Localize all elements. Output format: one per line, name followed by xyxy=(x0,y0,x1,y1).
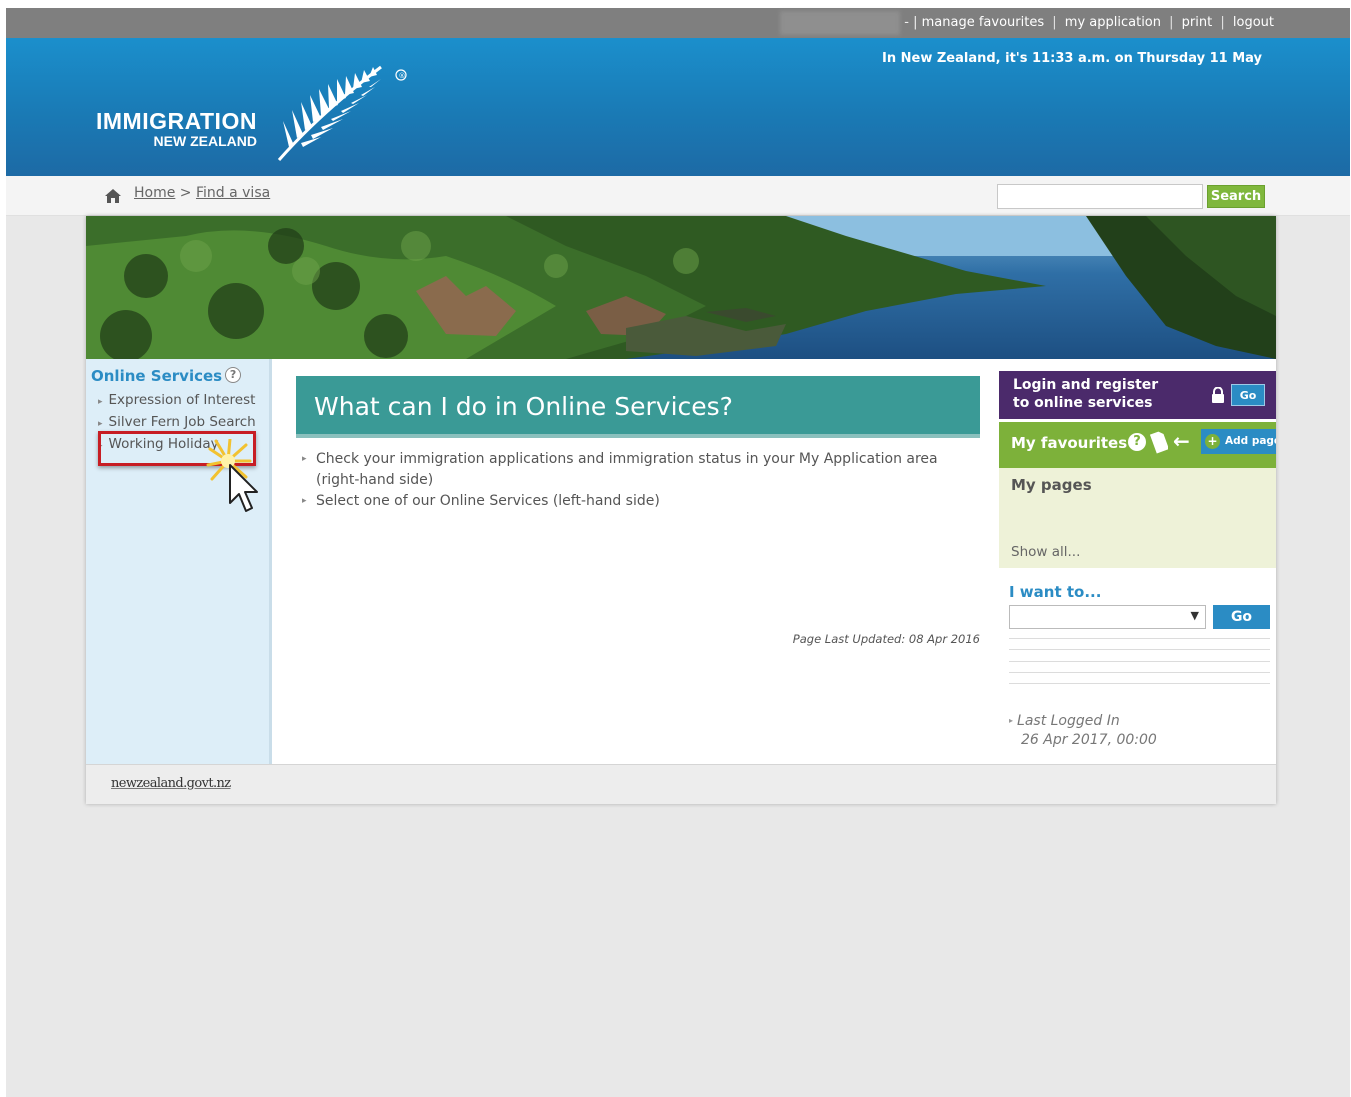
page-title: What can I do in Online Services? xyxy=(314,392,733,421)
silver-fern-icon: ® xyxy=(277,65,407,161)
nav-item-label: Silver Fern Job Search xyxy=(108,414,256,430)
bullet-arrow-icon: ▸ xyxy=(302,454,307,464)
login-register-box[interactable]: Login and register to online services Go xyxy=(999,371,1276,419)
divider xyxy=(1009,672,1270,673)
last-logged-in-label-row: ▸ Last Logged In xyxy=(1009,711,1157,731)
nav-item-expression-of-interest[interactable]: ▸ Expression of Interest xyxy=(98,391,256,413)
breadcrumb-separator: > xyxy=(179,185,192,201)
info-list: ▸ Check your immigration applications and… xyxy=(302,449,962,512)
my-pages-title: My pages xyxy=(1011,476,1092,494)
divider xyxy=(1009,683,1270,684)
cursor-click-icon xyxy=(206,439,258,512)
page-last-updated: Page Last Updated: 08 Apr 2016 xyxy=(792,632,980,646)
breadcrumb-home-link[interactable]: Home xyxy=(134,185,175,201)
lock-icon xyxy=(1212,387,1224,403)
main-content: What can I do in Online Services? ▸ Check… xyxy=(276,359,996,764)
add-page-label: Add page xyxy=(1225,435,1276,447)
add-page-button[interactable]: + Add page xyxy=(1201,429,1276,454)
login-line1: Login and register xyxy=(1013,377,1159,393)
bullet-arrow-icon: ▸ xyxy=(1009,716,1014,725)
info-item: ▸ Select one of our Online Services (left… xyxy=(302,491,962,512)
login-go-button[interactable]: Go xyxy=(1231,384,1265,406)
redacted-username xyxy=(780,11,900,35)
last-logged-in-value: 26 Apr 2017, 00:00 xyxy=(1021,732,1157,748)
separator: | xyxy=(1220,15,1225,30)
nz-govt-link[interactable]: newzealand.govt.nz xyxy=(111,776,231,791)
utility-bar: - | manage favourites | my application |… xyxy=(6,8,1350,38)
online-services-title: Online Services? xyxy=(91,367,242,385)
help-icon[interactable]: ? xyxy=(225,367,242,383)
divider xyxy=(1009,638,1270,639)
nav-item-label: Expression of Interest xyxy=(108,392,256,408)
login-register-text: Login and register to online services xyxy=(1013,376,1158,412)
home-icon[interactable] xyxy=(104,188,122,204)
divider xyxy=(1009,649,1270,650)
my-application-link[interactable]: my application xyxy=(1065,15,1161,30)
logout-link[interactable]: logout xyxy=(1233,15,1274,30)
breadcrumb: Home > Find a visa xyxy=(134,185,270,201)
online-services-nav: Online Services? ▸ Expression of Interest… xyxy=(86,359,272,764)
plus-icon: + xyxy=(1205,434,1220,449)
logo-line2: NEW ZEALAND xyxy=(153,133,257,149)
utility-prefix: - | xyxy=(904,15,918,30)
divider xyxy=(1009,661,1270,662)
i-want-to-label: I want to... xyxy=(1009,583,1102,601)
separator: | xyxy=(1169,15,1174,30)
my-pages-panel: My pages Show all... xyxy=(999,468,1276,568)
online-services-title-text: Online Services xyxy=(91,367,223,385)
site-footer: newzealand.govt.nz xyxy=(86,764,1276,804)
last-logged-in-label: Last Logged In xyxy=(1017,713,1120,729)
search-button[interactable]: Search xyxy=(1207,185,1265,208)
nz-datetime: In New Zealand, it's 11:33 a.m. on Thurs… xyxy=(882,51,1262,66)
separator: | xyxy=(1052,15,1057,30)
hero-heading-box: What can I do in Online Services? xyxy=(296,376,980,438)
coastline-banner-image xyxy=(86,216,1276,359)
bullet-arrow-icon: ▸ xyxy=(98,397,103,407)
browser-page: - | manage favourites | my application |… xyxy=(6,8,1350,1097)
last-logged-in: ▸ Last Logged In 26 Apr 2017, 00:00 xyxy=(1009,711,1157,750)
my-favourites-bar: My favourites ? ← + Add page xyxy=(999,422,1276,468)
breadcrumb-find-a-visa-link[interactable]: Find a visa xyxy=(196,185,270,201)
i-want-to-go-button[interactable]: Go xyxy=(1213,605,1270,629)
info-item-text: Check your immigration applications and … xyxy=(316,451,938,488)
arrow-left-icon[interactable]: ← xyxy=(1173,431,1190,451)
dropdown-arrow-icon: ▼ xyxy=(1190,609,1199,622)
my-favourites-label: My favourites xyxy=(1011,434,1128,452)
login-line2: to online services xyxy=(1013,395,1153,411)
info-item: ▸ Check your immigration applications and… xyxy=(302,449,962,491)
svg-text:®: ® xyxy=(399,72,406,80)
bullet-arrow-icon: ▸ xyxy=(98,419,103,429)
bullet-arrow-icon: ▸ xyxy=(302,496,307,506)
breadcrumb-bar: Home > Find a visa Search xyxy=(6,176,1350,216)
site-logo[interactable]: IMMIGRATION NEW ZEALAND xyxy=(96,108,257,149)
favourites-help-icon[interactable]: ? xyxy=(1128,433,1146,451)
right-sidebar: Login and register to online services Go… xyxy=(999,359,1276,764)
print-link[interactable]: print xyxy=(1182,15,1213,30)
manage-favourites-link[interactable]: manage favourites xyxy=(922,15,1044,30)
logo-line1: IMMIGRATION xyxy=(96,108,257,134)
info-item-text: Select one of our Online Services (left-… xyxy=(316,493,660,509)
show-all-link[interactable]: Show all... xyxy=(1011,544,1080,560)
site-search-input[interactable] xyxy=(997,184,1203,209)
utility-links: - | manage favourites | my application |… xyxy=(904,15,1274,30)
site-header: IMMIGRATION NEW ZEALAND ® In New Zealand… xyxy=(6,38,1350,176)
page-icon[interactable] xyxy=(1150,430,1168,454)
content-shell: Online Services? ▸ Expression of Interest… xyxy=(86,216,1276,804)
i-want-to-select[interactable]: ▼ xyxy=(1009,605,1206,629)
